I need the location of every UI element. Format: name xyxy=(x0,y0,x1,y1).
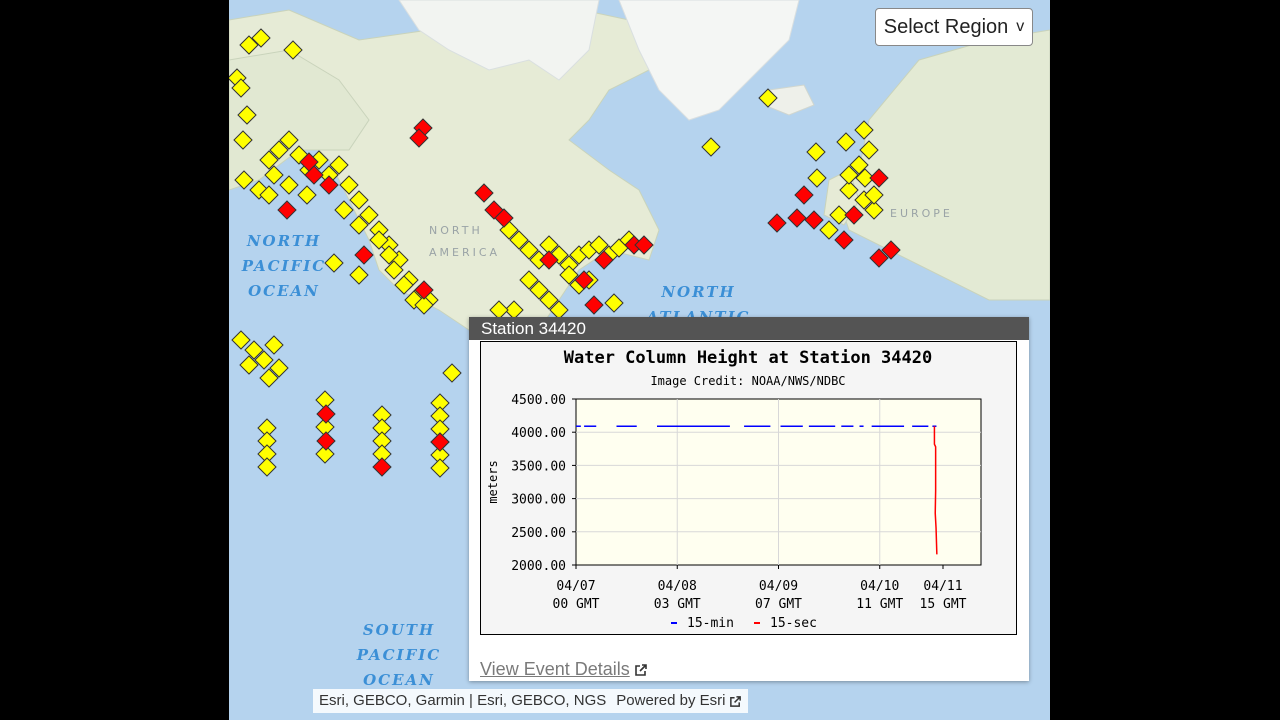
chevron-down-icon: v xyxy=(1016,18,1025,35)
view-event-details-label: View Event Details xyxy=(480,659,630,679)
land-label-europe: EUROPE xyxy=(890,207,953,220)
y-tick-label: 2500.00 xyxy=(511,526,566,541)
y-tick-label: 4000.00 xyxy=(511,426,566,441)
chart-canvas: Water Column Height at Station 34420 Imag… xyxy=(486,348,982,631)
attribution-sources: Esri, GEBCO, Garmin | Esri, GEBCO, NGS xyxy=(319,692,607,709)
y-tick-label: 4500.00 xyxy=(511,393,566,408)
x-tick-label: 15 GMT xyxy=(920,597,967,612)
x-tick-label: 07 GMT xyxy=(755,597,802,612)
x-tick-label: 03 GMT xyxy=(654,597,701,612)
water-column-chart: Water Column Height at Station 34420 Imag… xyxy=(480,341,1017,635)
y-tick-label: 3000.00 xyxy=(511,493,566,508)
powered-by-esri-link[interactable]: Powered by Esri xyxy=(616,689,741,713)
ocean-label-south-pacific: SOUTH PACIFIC OCEAN xyxy=(356,621,442,689)
map-attribution: Esri, GEBCO, Garmin | Esri, GEBCO, NGS P… xyxy=(313,689,748,713)
select-region-dropdown[interactable]: Select Region v xyxy=(875,8,1033,46)
y-tick-label: 3500.00 xyxy=(511,459,566,474)
legend-label-15-min: 15-min xyxy=(687,616,734,631)
x-tick-label: 04/11 xyxy=(923,579,962,594)
land-label-north-america: NORTH AMERICA xyxy=(429,224,501,259)
y-axis-label: meters xyxy=(486,460,500,503)
legend-label-15-sec: 15-sec xyxy=(770,616,817,631)
chart-subtitle: Image Credit: NOAA/NWS/NDBC xyxy=(650,374,845,388)
x-tick-label: 04/09 xyxy=(759,579,798,594)
external-link-icon xyxy=(729,695,741,707)
view-event-details-link[interactable]: View Event Details xyxy=(480,659,648,680)
x-tick-label: 00 GMT xyxy=(553,597,600,612)
chart-title: Water Column Height at Station 34420 xyxy=(564,348,932,368)
x-tick-label: 04/10 xyxy=(860,579,899,594)
external-link-icon xyxy=(634,663,647,676)
map-view[interactable]: NORTH PACIFIC OCEAN NORTH ATLANTIC SOUTH… xyxy=(229,0,1050,720)
powered-by-label: Powered by Esri xyxy=(616,692,726,709)
y-tick-label: 2000.00 xyxy=(511,559,566,574)
popup-title: Station 34420 xyxy=(469,317,1029,340)
x-tick-label: 11 GMT xyxy=(856,597,903,612)
x-tick-label: 04/08 xyxy=(658,579,697,594)
station-popup[interactable]: Station 34420 Water Column Height at Sta… xyxy=(469,317,1029,681)
x-tick-label: 04/07 xyxy=(556,579,595,594)
ocean-label-north-pacific: NORTH PACIFIC OCEAN xyxy=(241,232,327,300)
select-region-label: Select Region xyxy=(883,15,1009,38)
